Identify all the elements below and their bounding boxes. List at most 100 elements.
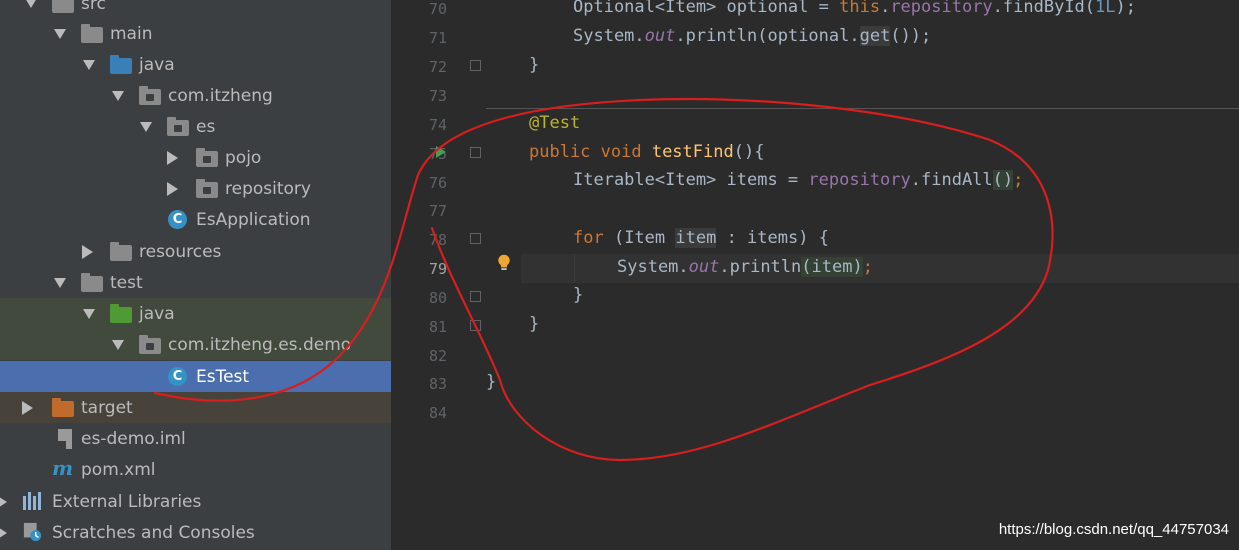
excluded-folder-icon bbox=[52, 398, 74, 417]
tree-item-repository[interactable]: repository bbox=[0, 173, 391, 204]
package-icon bbox=[196, 148, 218, 167]
watermark: https://blog.csdn.net/qq_44757034 bbox=[998, 521, 1229, 538]
code-line-71: System.out.println(optional.get()); bbox=[573, 26, 932, 46]
tree-label: src bbox=[81, 0, 106, 14]
expand-arrow-icon[interactable] bbox=[140, 122, 152, 132]
source-folder-icon bbox=[110, 55, 132, 74]
collapse-arrow-icon[interactable] bbox=[0, 495, 7, 509]
tree-item-es-test[interactable]: C EsTest bbox=[0, 361, 391, 392]
tree-item-main[interactable]: main bbox=[0, 18, 391, 49]
tree-item-java-main[interactable]: java bbox=[0, 49, 391, 80]
tree-item-iml[interactable]: es-demo.iml bbox=[0, 423, 391, 454]
collapse-arrow-icon[interactable] bbox=[167, 151, 178, 165]
class-icon: C bbox=[168, 367, 187, 386]
expand-arrow-icon[interactable] bbox=[83, 60, 95, 70]
tree-label: pom.xml bbox=[81, 459, 156, 480]
code-line-72: } bbox=[529, 55, 540, 75]
tree-item-pom[interactable]: m pom.xml bbox=[0, 454, 391, 485]
package-icon bbox=[196, 179, 218, 198]
fold-icon[interactable] bbox=[470, 291, 481, 302]
line-number: 71 bbox=[428, 29, 447, 47]
fold-icon[interactable] bbox=[470, 60, 481, 71]
fold-icon[interactable] bbox=[470, 147, 481, 158]
line-number: 76 bbox=[428, 174, 447, 192]
collapse-arrow-icon[interactable] bbox=[22, 401, 33, 415]
package-icon bbox=[139, 86, 161, 105]
tree-item-scratches[interactable]: Scratches and Consoles bbox=[0, 517, 391, 548]
line-number-current: 79 bbox=[428, 260, 447, 278]
run-gutter-icon[interactable] bbox=[436, 146, 446, 158]
libraries-icon bbox=[23, 492, 45, 510]
code-line-83: } bbox=[486, 372, 497, 392]
scratches-icon bbox=[23, 522, 42, 542]
tree-label: target bbox=[81, 397, 133, 418]
code-line-78: for (Item item : items) { bbox=[573, 228, 829, 248]
tree-label: Scratches and Consoles bbox=[52, 522, 255, 543]
tree-label: resources bbox=[139, 241, 222, 262]
expand-arrow-icon[interactable] bbox=[54, 29, 66, 39]
code-line-70: Optional<Item> optional = this.repositor… bbox=[573, 0, 1136, 17]
expand-arrow-icon[interactable] bbox=[25, 0, 37, 8]
line-number: 74 bbox=[428, 116, 447, 134]
collapse-arrow-icon[interactable] bbox=[0, 526, 7, 540]
tree-item-test[interactable]: test bbox=[0, 267, 391, 298]
line-number: 81 bbox=[428, 318, 447, 336]
tree-item-src[interactable]: src bbox=[0, 0, 391, 19]
method-separator bbox=[486, 108, 1239, 109]
line-number: 77 bbox=[428, 202, 447, 220]
tree-item-target[interactable]: target bbox=[0, 392, 391, 423]
resources-folder-icon bbox=[110, 242, 132, 261]
tree-label: java bbox=[139, 54, 175, 75]
tree-label: main bbox=[110, 23, 153, 44]
code-line-74: @Test bbox=[529, 113, 581, 133]
line-number: 78 bbox=[428, 231, 447, 249]
expand-arrow-icon[interactable] bbox=[83, 309, 95, 319]
tree-label: com.itzheng.es.demo bbox=[168, 334, 352, 355]
code-line-80: } bbox=[573, 285, 584, 305]
line-number: 83 bbox=[428, 375, 447, 393]
fold-icon[interactable] bbox=[470, 320, 481, 331]
folder-icon bbox=[52, 0, 74, 13]
tree-item-java-test[interactable]: java bbox=[0, 298, 391, 329]
tree-item-resources[interactable]: resources bbox=[0, 236, 391, 267]
iml-file-icon bbox=[58, 429, 72, 449]
code-line-81: } bbox=[529, 314, 540, 334]
expand-arrow-icon[interactable] bbox=[54, 278, 66, 288]
tree-label: repository bbox=[225, 178, 311, 199]
maven-icon: m bbox=[52, 456, 74, 480]
tree-label: pojo bbox=[225, 147, 262, 168]
line-number: 84 bbox=[428, 404, 447, 422]
tree-item-package-test[interactable]: com.itzheng.es.demo bbox=[0, 329, 391, 360]
line-number: 73 bbox=[428, 87, 447, 105]
tree-item-es-application[interactable]: C EsApplication bbox=[0, 204, 391, 235]
tree-label: EsApplication bbox=[196, 209, 311, 230]
collapse-arrow-icon[interactable] bbox=[167, 182, 178, 196]
fold-icon[interactable] bbox=[470, 233, 481, 244]
package-icon bbox=[139, 335, 161, 354]
expand-arrow-icon[interactable] bbox=[112, 91, 124, 101]
tree-item-package-main[interactable]: com.itzheng bbox=[0, 80, 391, 111]
bulb-icon[interactable] bbox=[497, 254, 511, 272]
tree-label: es bbox=[196, 116, 216, 137]
line-number: 80 bbox=[428, 289, 447, 307]
tree-item-pojo[interactable]: pojo bbox=[0, 142, 391, 173]
tree-item-es[interactable]: es bbox=[0, 111, 391, 142]
tree-item-external-libraries[interactable]: External Libraries bbox=[0, 486, 391, 517]
code-line-76: Iterable<Item> items = repository.findAl… bbox=[573, 170, 1024, 190]
line-number: 72 bbox=[428, 58, 447, 76]
tree-label: es-demo.iml bbox=[81, 428, 186, 449]
tree-label: EsTest bbox=[196, 366, 250, 387]
tree-label: test bbox=[110, 272, 143, 293]
indent-guide bbox=[574, 254, 575, 282]
line-number: 70 bbox=[428, 0, 447, 18]
collapse-arrow-icon[interactable] bbox=[82, 245, 93, 259]
code-line-75: public void testFind(){ bbox=[529, 142, 765, 162]
code-editor[interactable]: 70 71 72 73 74 75 76 77 78 79 80 81 82 8… bbox=[391, 0, 1239, 550]
tree-label: com.itzheng bbox=[168, 85, 273, 106]
line-number: 82 bbox=[428, 347, 447, 365]
expand-arrow-icon[interactable] bbox=[112, 340, 124, 350]
test-folder-icon bbox=[110, 304, 132, 323]
package-icon bbox=[167, 117, 189, 136]
project-tree: src main java com.itzheng es pojo reposi… bbox=[0, 0, 391, 550]
folder-icon bbox=[81, 273, 103, 292]
